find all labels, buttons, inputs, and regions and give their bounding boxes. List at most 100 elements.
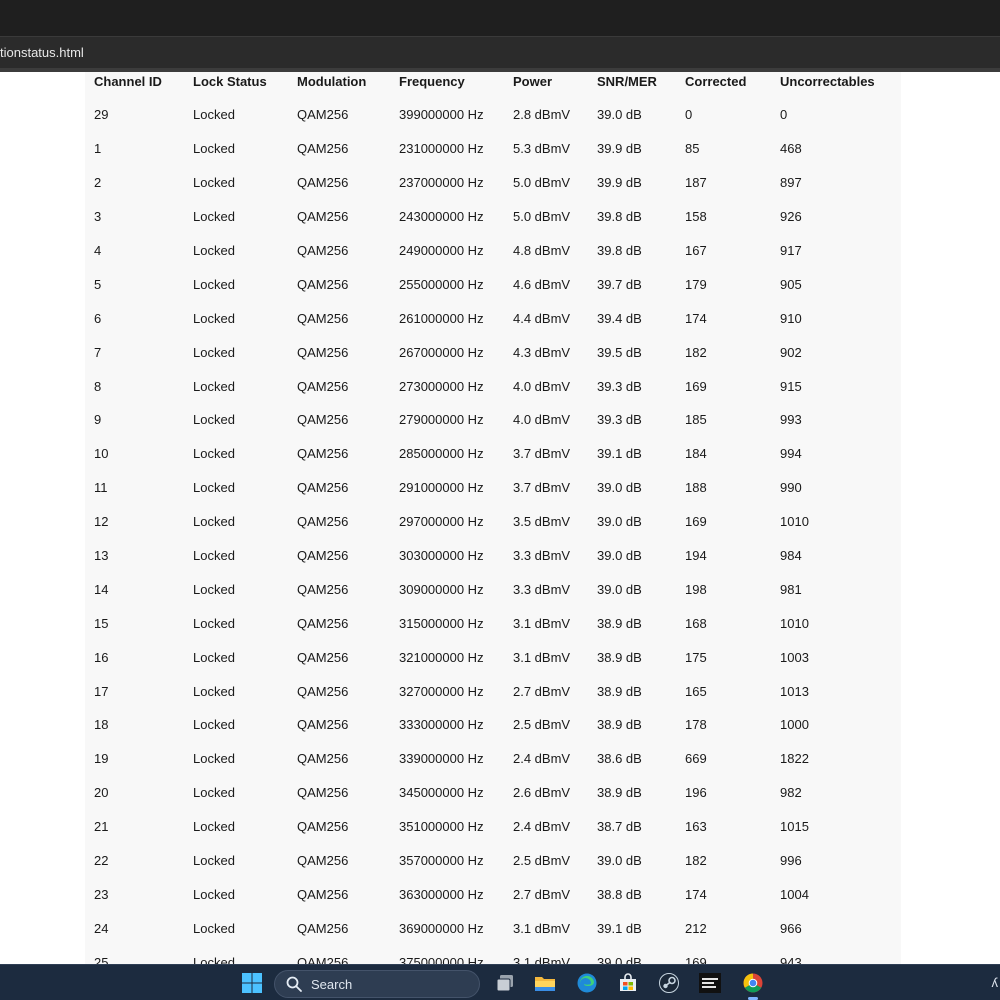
header-channel-id: Channel ID (94, 73, 162, 89)
cell-uncorrectables: 943 (780, 954, 802, 964)
cell-modulation: QAM256 (297, 819, 349, 835)
cell-corrected: 167 (685, 243, 707, 258)
call-of-duty-button[interactable] (696, 969, 724, 997)
cell-snr-mer: 39.1 dB (597, 920, 642, 936)
cell-channel-id: 20 (94, 785, 109, 801)
cell-channel-id: 9 (94, 412, 102, 428)
cell-lock-status: Locked (193, 785, 235, 801)
cell-power: 3.1 dBmV (513, 920, 571, 936)
table-row: 17 Locked QAM256 327000000 Hz 2.7 dBmV 38.9 d… (94, 674, 900, 708)
cell-lock-status: Locked (193, 920, 235, 936)
cell-frequency: 339000000 Hz (399, 751, 484, 767)
cell-snr-mer: 38.9 dB (597, 615, 642, 631)
cell-uncorrectables: 984 (780, 548, 802, 564)
cell-corrected: 212 (685, 920, 707, 936)
cell-frequency: 291000000 Hz (399, 480, 484, 496)
cell-channel-id: 21 (94, 819, 109, 835)
cell-uncorrectables: 910 (780, 310, 802, 326)
cell-power: 5.3 dBmV (513, 141, 571, 157)
cell-uncorrectables: 915 (780, 378, 802, 394)
cell-frequency: 357000000 Hz (399, 853, 484, 869)
cell-modulation: QAM256 (297, 209, 349, 225)
cell-modulation: QAM256 (297, 276, 349, 292)
table-row: 13 Locked QAM256 303000000 Hz 3.3 dBmV 39.0 d… (94, 539, 900, 573)
cell-power: 2.5 dBmV (513, 853, 571, 869)
cell-modulation: QAM256 (297, 615, 349, 631)
cell-lock-status: Locked (193, 378, 235, 394)
cell-snr-mer: 39.0 dB (597, 954, 642, 964)
systray-overflow[interactable]: ʎ (992, 975, 999, 990)
cell-snr-mer: 39.0 dB (597, 107, 642, 123)
cell-uncorrectables: 1015 (780, 819, 809, 835)
table-row: 2 Locked QAM256 237000000 Hz 5.0 dBmV 39.9 dB… (94, 166, 900, 200)
cell-snr-mer: 38.9 dB (597, 717, 642, 733)
cell-frequency: 369000000 Hz (399, 920, 484, 936)
address-bar[interactable]: tionstatus.html (0, 36, 1000, 68)
cell-frequency: 231000000 Hz (399, 141, 484, 157)
file-explorer-button[interactable] (531, 969, 559, 997)
cell-power: 4.8 dBmV (513, 243, 571, 258)
store-button[interactable] (614, 969, 642, 997)
cell-channel-id: 16 (94, 649, 109, 665)
cell-modulation: QAM256 (297, 175, 349, 191)
cell-uncorrectables: 917 (780, 243, 802, 258)
taskbar: Search ʎ (0, 964, 1000, 1000)
cell-channel-id: 12 (94, 514, 109, 530)
cell-lock-status: Locked (193, 548, 235, 564)
cell-modulation: QAM256 (297, 243, 349, 258)
cell-lock-status: Locked (193, 886, 235, 902)
cell-lock-status: Locked (193, 514, 235, 530)
header-corrected: Corrected (685, 73, 747, 89)
cell-corrected: 669 (685, 751, 707, 767)
taskbar-search-box[interactable]: Search (274, 970, 480, 998)
cell-corrected: 169 (685, 954, 707, 964)
cell-frequency: 243000000 Hz (399, 209, 484, 225)
cell-power: 3.7 dBmV (513, 480, 571, 496)
start-icon (242, 973, 262, 993)
edge-button[interactable] (573, 969, 601, 997)
cell-modulation: QAM256 (297, 717, 349, 733)
page-content: Channel ID Lock Status Modulation Freque… (0, 72, 1000, 964)
cell-uncorrectables: 1010 (780, 514, 809, 530)
cell-power: 2.4 dBmV (513, 751, 571, 767)
table-row: 8 Locked QAM256 273000000 Hz 4.0 dBmV 39.3 dB… (94, 369, 900, 403)
cell-uncorrectables: 1004 (780, 886, 809, 902)
cell-corrected: 0 (685, 107, 693, 123)
table-row: 6 Locked QAM256 261000000 Hz 4.4 dBmV 39.4 dB… (94, 301, 900, 335)
header-uncorrectables: Uncorrectables (780, 73, 875, 89)
table-body: 29 Locked QAM256 399000000 Hz 2.8 dBmV 39.0 d… (94, 98, 900, 964)
table-row: 7 Locked QAM256 267000000 Hz 4.3 dBmV 39.5 dB… (94, 335, 900, 369)
cell-lock-status: Locked (193, 581, 235, 597)
cell-uncorrectables: 996 (780, 853, 802, 869)
cell-lock-status: Locked (193, 209, 235, 225)
task-view-button[interactable] (491, 969, 519, 997)
cell-snr-mer: 39.8 dB (597, 209, 642, 225)
cell-corrected: 187 (685, 175, 707, 191)
url-text[interactable]: tionstatus.html (0, 45, 84, 60)
cell-snr-mer: 39.4 dB (597, 310, 642, 326)
cell-frequency: 363000000 Hz (399, 886, 484, 902)
edge-icon (577, 973, 597, 993)
table-row: 20 Locked QAM256 345000000 Hz 2.6 dBmV 38.9 d… (94, 776, 900, 810)
cell-snr-mer: 39.0 dB (597, 514, 642, 530)
cell-frequency: 297000000 Hz (399, 514, 484, 530)
table-row: 24 Locked QAM256 369000000 Hz 3.1 dBmV 39.1 d… (94, 911, 900, 945)
cell-corrected: 178 (685, 717, 707, 733)
cell-modulation: QAM256 (297, 344, 349, 360)
cell-power: 2.8 dBmV (513, 107, 571, 123)
cell-channel-id: 11 (94, 480, 108, 496)
cell-channel-id: 23 (94, 886, 109, 902)
header-snr-mer: SNR/MER (597, 73, 657, 89)
start-button[interactable] (238, 969, 266, 997)
cell-frequency: 303000000 Hz (399, 548, 484, 564)
cell-frequency: 309000000 Hz (399, 581, 484, 597)
chrome-button[interactable] (739, 969, 767, 1000)
cell-modulation: QAM256 (297, 310, 349, 326)
search-label: Search (311, 976, 353, 992)
steam-button[interactable] (655, 969, 683, 997)
table-row: 15 Locked QAM256 315000000 Hz 3.1 dBmV 38.9 d… (94, 606, 900, 640)
cell-uncorrectables: 1000 (780, 717, 809, 733)
cell-modulation: QAM256 (297, 954, 349, 964)
cell-power: 5.0 dBmV (513, 175, 571, 191)
cell-corrected: 169 (685, 514, 707, 530)
